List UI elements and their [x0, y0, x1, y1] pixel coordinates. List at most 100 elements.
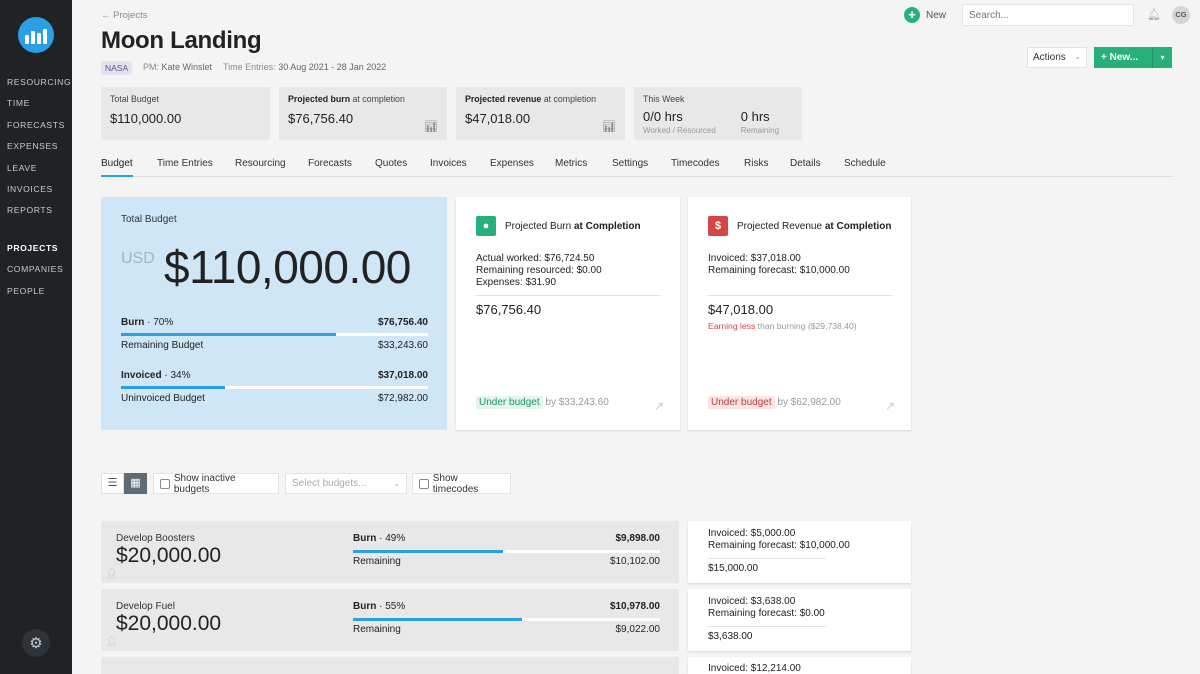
actual-worked-line: Actual worked: $76,724.50 — [476, 253, 595, 264]
under-budget-tag: Under budget — [708, 396, 775, 409]
burn-progress-bar — [121, 333, 428, 336]
tab-time-entries[interactable]: Time Entries — [157, 158, 213, 177]
new-item-button[interactable]: + New... ▾ — [1094, 47, 1172, 68]
remaining-value: $33,243.60 — [377, 340, 428, 351]
dollar-icon: $ — [708, 216, 728, 236]
avatar[interactable]: CG — [1172, 6, 1190, 24]
burn-progress-fill — [353, 550, 504, 553]
show-inactive-label: Show inactive budgets — [173, 472, 236, 495]
checkbox-icon[interactable] — [419, 478, 429, 489]
chevron-down-icon: ⌄ — [393, 479, 400, 488]
sidebar-item-forecasts[interactable]: FORECASTS — [7, 115, 71, 136]
card-title: Projected Burn at Completion — [505, 220, 641, 232]
divider — [708, 626, 826, 628]
sidebar-item-people[interactable]: PEOPLE — [7, 281, 63, 302]
burn-value: $9,898.00 — [615, 533, 661, 544]
sidebar-item-projects[interactable]: PROJECTS — [7, 238, 63, 259]
chart-icon[interactable]: 📊︎ — [424, 120, 438, 133]
tab-invoices[interactable]: Invoices — [430, 158, 467, 177]
back-to-projects-link[interactable]: ← Projects — [101, 10, 147, 21]
remaining-value: $10,102.00 — [609, 556, 660, 567]
pm-value: Kate Winslet — [161, 62, 213, 72]
show-inactive-budgets-checkbox[interactable]: Show inactive budgets — [153, 472, 279, 495]
budget-row-revenue: Invoiced: $5,000.00 Remaining forecast: … — [688, 521, 911, 583]
stat-label: Projected revenue at completion — [465, 94, 597, 104]
sidebar-item-companies[interactable]: COMPANIES — [7, 259, 63, 280]
gear-icon[interactable]: ⚙ — [22, 629, 50, 657]
burn-pct: · 70% — [144, 317, 174, 328]
pm-label: PM: — [143, 62, 160, 72]
sidebar-item-resourcing[interactable]: RESOURCING — [7, 72, 71, 93]
earning-note-rest: than burning ($29,738.40) — [755, 321, 857, 331]
time-entries-label: Time Entries: — [223, 62, 276, 72]
burn-label: Burn — [353, 601, 377, 612]
tab-budget[interactable]: Budget — [101, 158, 133, 177]
checkbox-icon[interactable] — [160, 478, 170, 489]
chart-icon[interactable]: 📊︎ — [602, 120, 616, 133]
bell-icon[interactable]: 🔔︎ — [1147, 8, 1161, 21]
invoiced-row: Invoiced · 34% $37,018.00 — [121, 370, 428, 381]
burn-progress-fill — [121, 333, 336, 336]
uninvoiced-row: Uninvoiced Budget $72,982.00 — [121, 393, 428, 404]
actions-label: Actions — [1033, 52, 1066, 63]
tab-timecodes[interactable]: Timecodes — [671, 158, 720, 177]
burn-pct: · 55% — [376, 601, 406, 612]
tab-metrics[interactable]: Metrics — [555, 158, 587, 177]
client-badge[interactable]: NASA — [101, 61, 133, 75]
budget-row[interactable]: Develop Fuel $20,000.00 👤︎ Burn · 55% $1… — [101, 589, 679, 651]
uninvoiced-value: $72,982.00 — [377, 393, 428, 404]
tab-quotes[interactable]: Quotes — [375, 158, 407, 177]
stat-value: $47,018.00 — [465, 111, 531, 126]
search-input[interactable] — [962, 4, 1134, 26]
budget-name: Develop Fuel — [116, 601, 175, 612]
show-timecodes-label: Show timecodes — [432, 472, 479, 495]
show-timecodes-checkbox[interactable]: Show timecodes — [412, 472, 511, 495]
plus-icon: + — [904, 7, 920, 23]
sidebar-nav-bottom: PROJECTS COMPANIES PEOPLE — [7, 238, 63, 302]
page-title: Moon Landing — [101, 27, 262, 54]
earning-note: Earning less than burning ($29,738.40) — [708, 321, 857, 331]
remaining-value: $9,022.00 — [615, 624, 661, 635]
sidebar-item-leave[interactable]: LEAVE — [7, 158, 71, 179]
tab-expenses[interactable]: Expenses — [490, 158, 534, 177]
stat-label: Total Budget — [110, 94, 159, 104]
new-item-label: + New... — [1101, 52, 1139, 63]
share-icon[interactable]: ↗ — [885, 399, 895, 413]
share-icon[interactable]: ↗ — [654, 399, 664, 413]
under-budget-amount: by $62,982.00 — [774, 397, 841, 408]
week-remaining-sub: Remaining — [740, 126, 780, 135]
budget-row[interactable]: Develop Boosters $20,000.00 👤︎ Burn · 49… — [101, 521, 679, 583]
tab-resourcing[interactable]: Resourcing — [235, 158, 286, 177]
tab-details[interactable]: Details — [790, 158, 821, 177]
actions-dropdown[interactable]: Actions ⌄ — [1027, 47, 1087, 68]
bars-logo-icon[interactable] — [18, 17, 54, 53]
time-entries-value: 30 Aug 2021 - 28 Jan 2022 — [278, 62, 387, 72]
burn-pct: · 49% — [376, 533, 406, 544]
tab-risks[interactable]: Risks — [744, 158, 768, 177]
sidebar-item-expenses[interactable]: EXPENSES — [7, 136, 71, 157]
budget-amount: $20,000.00 — [116, 612, 222, 635]
sidebar-item-reports[interactable]: REPORTS — [7, 200, 71, 221]
chevron-down-icon[interactable]: ▾ — [1152, 47, 1172, 68]
tab-settings[interactable]: Settings — [612, 158, 648, 177]
quick-new-button[interactable]: + New — [904, 7, 946, 23]
tab-schedule[interactable]: Schedule — [844, 158, 886, 177]
sidebar-item-time[interactable]: TIME — [7, 93, 71, 114]
stat-value: $110,000.00 — [110, 111, 182, 126]
list-icon[interactable]: ☰ — [101, 473, 124, 494]
burn-value: $76,756.40 — [377, 317, 428, 328]
drop-icon: ● — [476, 216, 496, 236]
budget-row[interactable] — [101, 657, 679, 674]
invoiced-line: Invoiced: $12,214.00 — [708, 663, 801, 674]
expenses-line: Expenses: $31.90 — [476, 276, 557, 288]
invoiced-line: Invoiced: $5,000.00 — [708, 528, 796, 539]
revenue-total: $15,000.00 — [708, 563, 759, 575]
select-budgets-dropdown[interactable]: Select budgets... ⌄ — [285, 473, 407, 494]
sidebar-item-invoices[interactable]: INVOICES — [7, 179, 71, 200]
grid-icon[interactable]: ▦ — [124, 473, 147, 494]
stat-this-week: This Week 0/0 hrs Worked / Resourced 0 h… — [634, 87, 802, 140]
card-title: Projected Revenue at Completion — [737, 220, 892, 232]
tab-forecasts[interactable]: Forecasts — [308, 158, 352, 177]
burn-status: Under budget by $33,243.60 — [476, 396, 609, 409]
invoiced-line: Invoiced: $3,638.00 — [708, 596, 796, 607]
